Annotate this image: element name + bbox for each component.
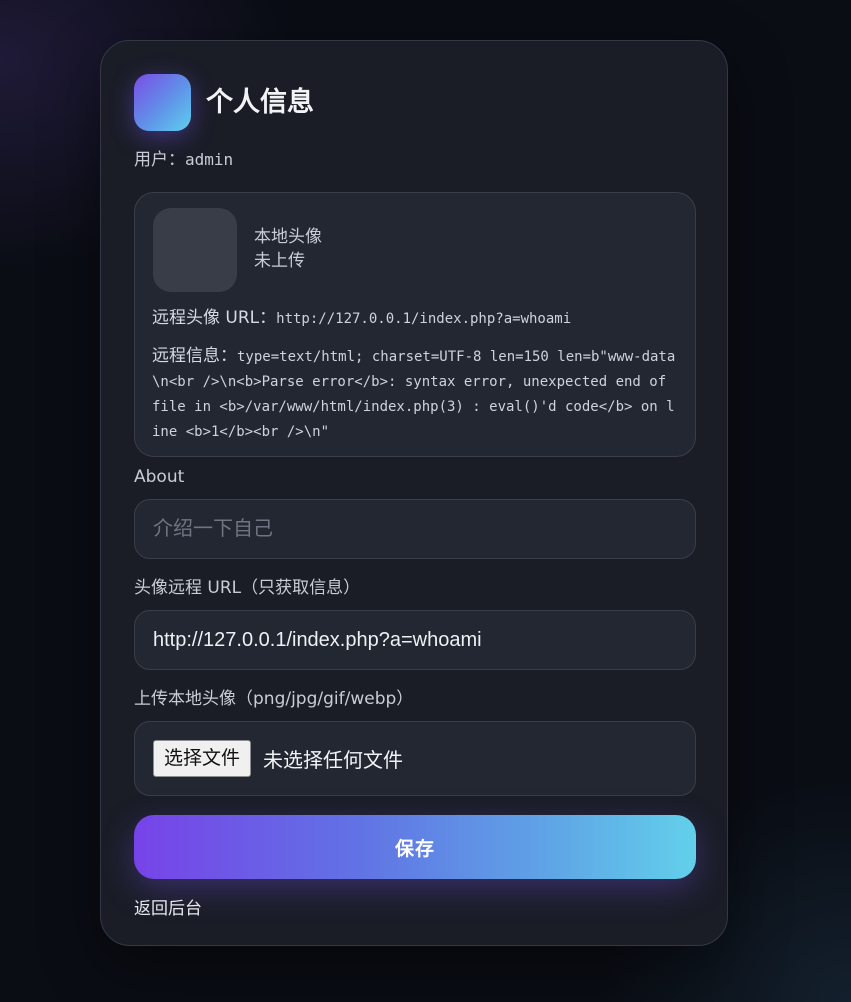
page-title: 个人信息	[206, 87, 314, 118]
choose-file-button[interactable]: 选择文件	[153, 740, 252, 777]
upload-field: 选择文件 未选择任何文件	[134, 721, 696, 796]
back-to-admin-link[interactable]: 返回后台	[134, 897, 202, 921]
remote-url-label: 远程头像 URL：	[152, 308, 277, 328]
remote-url-input[interactable]	[135, 611, 695, 669]
about-input[interactable]	[135, 500, 695, 558]
local-avatar-info: 本地头像 未上传	[254, 225, 322, 273]
profile-card: 个人信息 用户：admin 本地头像 未上传 远程头像 URL：http://1…	[100, 40, 728, 946]
remote-info-line: 远程信息：type=text/html; charset=UTF-8 len=1…	[152, 344, 680, 444]
remote-info-label: 远程信息：	[152, 346, 237, 366]
remote-url-line: 远程头像 URL：http://127.0.0.1/index.php?a=wh…	[152, 306, 571, 331]
about-field	[134, 499, 696, 559]
upload-label: 上传本地头像（png/jpg/gif/webp）	[134, 689, 414, 709]
no-file-text: 未选择任何文件	[263, 748, 403, 772]
user-label: 用户：	[134, 150, 185, 170]
local-avatar-label: 本地头像	[254, 227, 322, 247]
remote-url-field-label: 头像远程 URL（只获取信息）	[134, 578, 361, 598]
user-name: admin	[185, 150, 234, 169]
remote-url-value: http://127.0.0.1/index.php?a=whoami	[276, 311, 572, 327]
user-line: 用户：admin	[134, 148, 233, 172]
avatar-info-panel: 本地头像 未上传 远程头像 URL：http://127.0.0.1/index…	[134, 192, 696, 457]
save-button[interactable]: 保存	[134, 815, 696, 879]
local-avatar-status: 未上传	[254, 251, 305, 271]
about-label: About	[134, 467, 185, 487]
avatar-placeholder	[153, 208, 237, 292]
app-logo-icon	[134, 74, 191, 131]
remote-url-field	[134, 610, 696, 670]
